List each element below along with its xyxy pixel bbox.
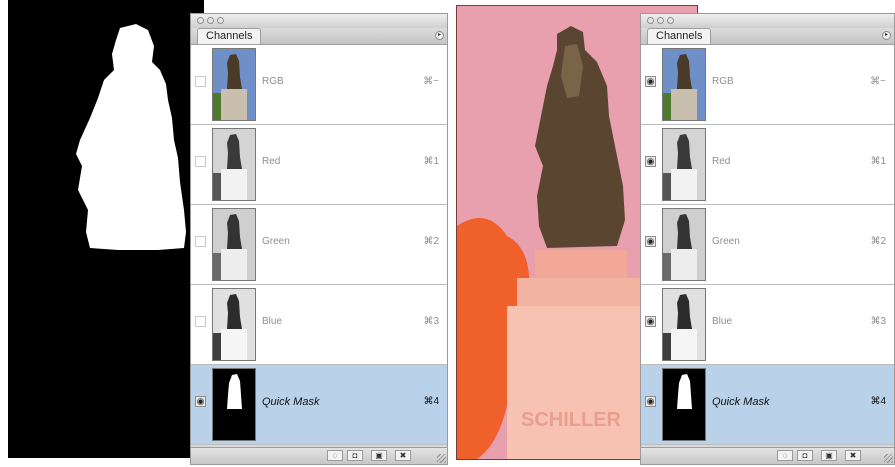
channel-shortcut: ⌘3: [870, 316, 886, 327]
zoom-icon[interactable]: [217, 17, 224, 24]
palette-tabbar: Channels ▸: [641, 28, 894, 45]
channel-thumbnail: [662, 288, 706, 361]
eye-icon[interactable]: ◉: [645, 76, 656, 87]
palette-titlebar[interactable]: [641, 14, 894, 28]
close-icon[interactable]: [647, 17, 654, 24]
channel-name: RGB: [712, 76, 734, 87]
channel-thumbnail: [662, 208, 706, 281]
channel-shortcut: ⌘3: [423, 316, 439, 327]
channels-palette-left: Channels ▸ RGB ⌘~ Red ⌘1 Green ⌘2 Blue ⌘…: [190, 13, 448, 465]
channel-name: Blue: [262, 316, 283, 327]
channel-row-blue[interactable]: Blue ⌘3: [191, 285, 447, 365]
channel-name: Green: [262, 236, 290, 247]
palette-tabbar: Channels ▸: [191, 28, 447, 45]
eye-icon[interactable]: ◉: [195, 396, 206, 407]
minimize-icon[interactable]: [207, 17, 214, 24]
palette-titlebar[interactable]: [191, 14, 447, 28]
channel-shortcut: ⌘1: [423, 156, 439, 167]
channels-palette-right: Channels ▸ ◉ RGB ⌘~ ◉ Red ⌘1 ◉ Green ⌘2 …: [640, 13, 895, 465]
tab-channels[interactable]: Channels: [197, 28, 262, 44]
eye-icon[interactable]: ◉: [645, 316, 656, 327]
visibility-toggle[interactable]: [195, 156, 206, 167]
channel-thumbnail: [212, 48, 256, 121]
channel-shortcut: ⌘1: [870, 156, 886, 167]
channel-row-green[interactable]: Green ⌘2: [191, 205, 447, 285]
eye-icon[interactable]: ◉: [645, 156, 656, 167]
channel-shortcut: ⌘2: [870, 236, 886, 247]
load-selection-icon[interactable]: ◌: [327, 450, 343, 461]
channel-shortcut: ⌘4: [870, 396, 886, 407]
channel-list: ◉ RGB ⌘~ ◉ Red ⌘1 ◉ Green ⌘2 ◉ Blue ⌘3 ◉…: [641, 45, 894, 445]
mask-silhouette: [76, 24, 186, 250]
channel-name: Blue: [712, 316, 733, 327]
menu-arrow-icon[interactable]: ▸: [882, 31, 891, 40]
channel-thumbnail: [662, 368, 706, 441]
channel-thumbnail: [212, 208, 256, 281]
channel-name: Quick Mask: [712, 396, 770, 408]
channel-row-red[interactable]: ◉ Red ⌘1: [641, 125, 894, 205]
eye-icon[interactable]: ◉: [645, 396, 656, 407]
channel-shortcut: ⌘~: [423, 76, 439, 87]
channel-row-quick-mask[interactable]: ◉ Quick Mask ⌘4: [191, 365, 447, 445]
channel-name: Green: [712, 236, 740, 247]
quick-mask-canvas: [8, 0, 204, 458]
save-selection-icon[interactable]: ◘: [797, 450, 813, 461]
visibility-toggle[interactable]: [195, 316, 206, 327]
channel-thumbnail: [662, 48, 706, 121]
channel-row-quick-mask[interactable]: ◉ Quick Mask ⌘4: [641, 365, 894, 445]
palette-bottom-toolbar: ◌ ◘ ▣ ✖: [191, 447, 447, 464]
eye-icon[interactable]: ◉: [645, 236, 656, 247]
channel-row-rgb[interactable]: RGB ⌘~: [191, 45, 447, 125]
palette-bottom-toolbar: ◌ ◘ ▣ ✖: [641, 447, 894, 464]
visibility-toggle[interactable]: [195, 236, 206, 247]
channel-shortcut: ⌘4: [423, 396, 439, 407]
menu-arrow-icon[interactable]: ▸: [435, 31, 444, 40]
trash-icon[interactable]: ✖: [845, 450, 861, 461]
new-channel-icon[interactable]: ▣: [821, 450, 837, 461]
channel-name: Red: [712, 156, 731, 167]
channel-row-rgb[interactable]: ◉ RGB ⌘~: [641, 45, 894, 125]
channel-thumbnail: [212, 128, 256, 201]
resize-grip-icon[interactable]: [884, 454, 893, 463]
trash-icon[interactable]: ✖: [395, 450, 411, 461]
channel-thumbnail: [212, 288, 256, 361]
channel-shortcut: ⌘2: [423, 236, 439, 247]
channel-shortcut: ⌘~: [870, 76, 886, 87]
save-selection-icon[interactable]: ◘: [347, 450, 363, 461]
channel-row-blue[interactable]: ◉ Blue ⌘3: [641, 285, 894, 365]
channel-list: RGB ⌘~ Red ⌘1 Green ⌘2 Blue ⌘3 ◉ Quick M…: [191, 45, 447, 445]
pedestal-inscription: SCHILLER: [521, 409, 622, 431]
load-selection-icon[interactable]: ◌: [777, 450, 793, 461]
tab-channels[interactable]: Channels: [647, 28, 712, 44]
visibility-toggle[interactable]: [195, 76, 206, 87]
minimize-icon[interactable]: [657, 17, 664, 24]
channel-row-red[interactable]: Red ⌘1: [191, 125, 447, 205]
channel-thumbnail: [212, 368, 256, 441]
resize-grip-icon[interactable]: [437, 454, 446, 463]
channel-name: Red: [262, 156, 281, 167]
close-icon[interactable]: [197, 17, 204, 24]
channel-name: Quick Mask: [262, 396, 320, 408]
channel-row-green[interactable]: ◉ Green ⌘2: [641, 205, 894, 285]
channel-thumbnail: [662, 128, 706, 201]
new-channel-icon[interactable]: ▣: [371, 450, 387, 461]
channel-name: RGB: [262, 76, 284, 87]
zoom-icon[interactable]: [667, 17, 674, 24]
